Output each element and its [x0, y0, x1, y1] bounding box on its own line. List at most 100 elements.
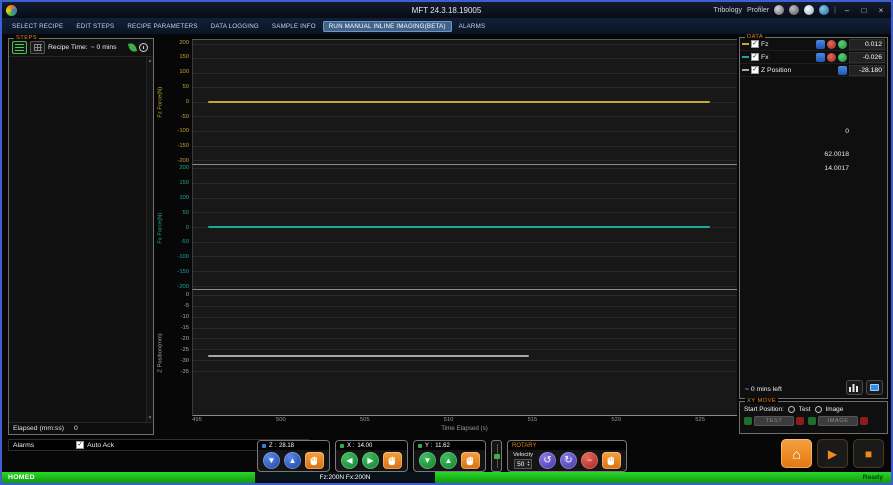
steps-scrollbar[interactable]: ▲ ▼: [146, 57, 153, 422]
tab-run-manual[interactable]: RUN MANUAL INLINE IMAGING(BETA): [322, 20, 452, 32]
z-jog-stop-button[interactable]: [305, 452, 324, 469]
tab-edit-steps[interactable]: EDIT STEPS: [70, 21, 120, 32]
x-tick-label: 525: [695, 417, 705, 424]
rotate-ccw-button[interactable]: ↺: [538, 452, 556, 469]
fx-autoscale-button[interactable]: [838, 52, 847, 62]
z-plot[interactable]: [192, 290, 737, 417]
goto-image-button[interactable]: IMAGE: [818, 416, 858, 426]
mode-profiler-label[interactable]: Profiler: [747, 7, 769, 14]
gridline: [193, 212, 737, 214]
fx-visible-checkbox[interactable]: ✓: [751, 53, 759, 61]
tab-sample-info[interactable]: SAMPLE INFO: [266, 21, 322, 32]
start-position-test-label[interactable]: Test: [799, 406, 811, 413]
tab-data-logging[interactable]: DATA LOGGING: [205, 21, 265, 32]
maximize-button[interactable]: □: [858, 6, 870, 15]
info-icon[interactable]: [819, 5, 830, 15]
alarm-clock-icon[interactable]: [139, 43, 148, 52]
tab-alarms[interactable]: ALARMS: [453, 21, 492, 32]
elapsed-label: Elapsed (mm:ss): [13, 425, 64, 432]
fz-visible-checkbox[interactable]: ✓: [751, 40, 759, 48]
z-visible-checkbox[interactable]: ✓: [751, 66, 759, 74]
y-tick-label: -200: [177, 158, 189, 165]
x-jog-right-button[interactable]: ▶: [362, 452, 379, 469]
scroll-down-icon[interactable]: ▼: [147, 415, 153, 421]
rotate-cw-button[interactable]: ↻: [559, 452, 577, 469]
user-icon[interactable]: [804, 5, 815, 15]
display-button[interactable]: [866, 380, 883, 395]
tools-icon[interactable]: [789, 5, 800, 15]
scroll-up-icon[interactable]: ▲: [147, 58, 153, 64]
home-button[interactable]: ⌂: [781, 439, 812, 468]
goto-test-stop-button[interactable]: [796, 417, 804, 425]
fx-plot[interactable]: [192, 164, 737, 291]
y-tick-label: 200: [179, 165, 189, 172]
y-tick-label: -100: [177, 254, 189, 261]
gridline: [193, 72, 737, 74]
fz-record-button[interactable]: [827, 39, 836, 49]
y-jog-down-button[interactable]: ▼: [419, 452, 436, 469]
jog-speed-slider[interactable]: [491, 440, 502, 472]
step-grid-view-button[interactable]: [30, 41, 45, 54]
y-tick-label: -15: [180, 324, 189, 331]
z-jog-up-button[interactable]: ▲: [284, 452, 301, 469]
start-position-image-label[interactable]: Image: [826, 406, 844, 413]
check-icon: ✓: [77, 440, 83, 448]
chart-z-position: Z Position(mm) 0 -5 -10 -15 -20 -25 -30 -35: [155, 290, 737, 417]
fx-series-line: [208, 226, 711, 228]
eco-leaf-icon[interactable]: [127, 42, 138, 53]
y-jog-stop-button[interactable]: [461, 452, 480, 469]
chart-export-button[interactable]: [846, 380, 863, 395]
z-series-color-swatch: [742, 69, 749, 71]
spin-down-icon[interactable]: ▼: [527, 463, 530, 468]
check-icon: ✓: [752, 52, 758, 60]
tab-recipe-parameters[interactable]: RECIPE PARAMETERS: [121, 21, 203, 32]
goto-image-stop-button[interactable]: [860, 417, 868, 425]
rotary-stop-button[interactable]: [601, 452, 621, 469]
goto-image-go-button[interactable]: [808, 417, 816, 425]
charts-area: Fz Force(N) 200 150 100 50 0 -50 -100 -150 -200 …: [155, 39, 737, 434]
step-list-view-button[interactable]: [12, 41, 27, 54]
slider-thumb[interactable]: [494, 454, 500, 459]
x-jog-stop-button[interactable]: [383, 452, 402, 469]
goto-test-go-button[interactable]: [744, 417, 752, 425]
hand-stop-icon: [466, 456, 473, 466]
start-position-test-radio[interactable]: [787, 406, 795, 413]
fx-series-color-swatch: [742, 56, 749, 58]
y-tick-label: 150: [179, 54, 189, 61]
goto-test-button[interactable]: TEST: [754, 416, 794, 426]
gridline: [193, 360, 737, 362]
recipe-time-value: ~ 0 mins: [90, 44, 117, 51]
z-jog-down-button[interactable]: ▼: [263, 452, 280, 469]
fz-scale-button[interactable]: [816, 39, 825, 49]
tab-select-recipe[interactable]: SELECT RECIPE: [6, 21, 69, 32]
y-tick-label: -100: [177, 128, 189, 135]
fz-autoscale-button[interactable]: [838, 39, 847, 49]
run-button[interactable]: ▶: [817, 439, 848, 468]
fz-axis-ticks: 200 150 100 50 0 -50 -100 -150 -200: [166, 39, 192, 165]
start-position-image-radio[interactable]: [814, 406, 822, 413]
y-jog-value: 11.62: [435, 442, 450, 449]
fx-record-button[interactable]: [827, 52, 836, 62]
fz-series-line: [208, 100, 711, 103]
fz-plot[interactable]: [192, 39, 737, 165]
fx-scale-button[interactable]: [816, 52, 825, 62]
velocity-spinner[interactable]: 50 ▲ ▼: [513, 459, 533, 469]
stop-button[interactable]: ■: [853, 439, 884, 468]
readout-2: 62.0018: [824, 151, 849, 158]
fx-channel-label: Fx: [761, 53, 769, 61]
y-tick-label: 50: [182, 84, 189, 91]
z-scale-button[interactable]: [838, 65, 847, 75]
y-tick-label: 0: [185, 98, 189, 105]
y-jog-up-button[interactable]: ▲: [440, 452, 457, 469]
x-jog-left-button[interactable]: ◀: [341, 452, 358, 469]
close-button[interactable]: ×: [875, 6, 887, 15]
channel-row-fx: ✓ Fx -0.026: [740, 51, 887, 64]
settings-gear-icon[interactable]: [774, 5, 785, 15]
fx-value: -0.026: [849, 51, 885, 63]
right-arrow-icon: ▶: [367, 455, 374, 465]
auto-ack-checkbox[interactable]: ✓: [76, 440, 85, 449]
minimize-button[interactable]: –: [841, 6, 853, 15]
run-controls: ⌂ ▶ ■: [781, 439, 884, 468]
rotary-disable-button[interactable]: −: [580, 452, 598, 469]
mode-tribology-label[interactable]: Tribology: [713, 7, 742, 14]
